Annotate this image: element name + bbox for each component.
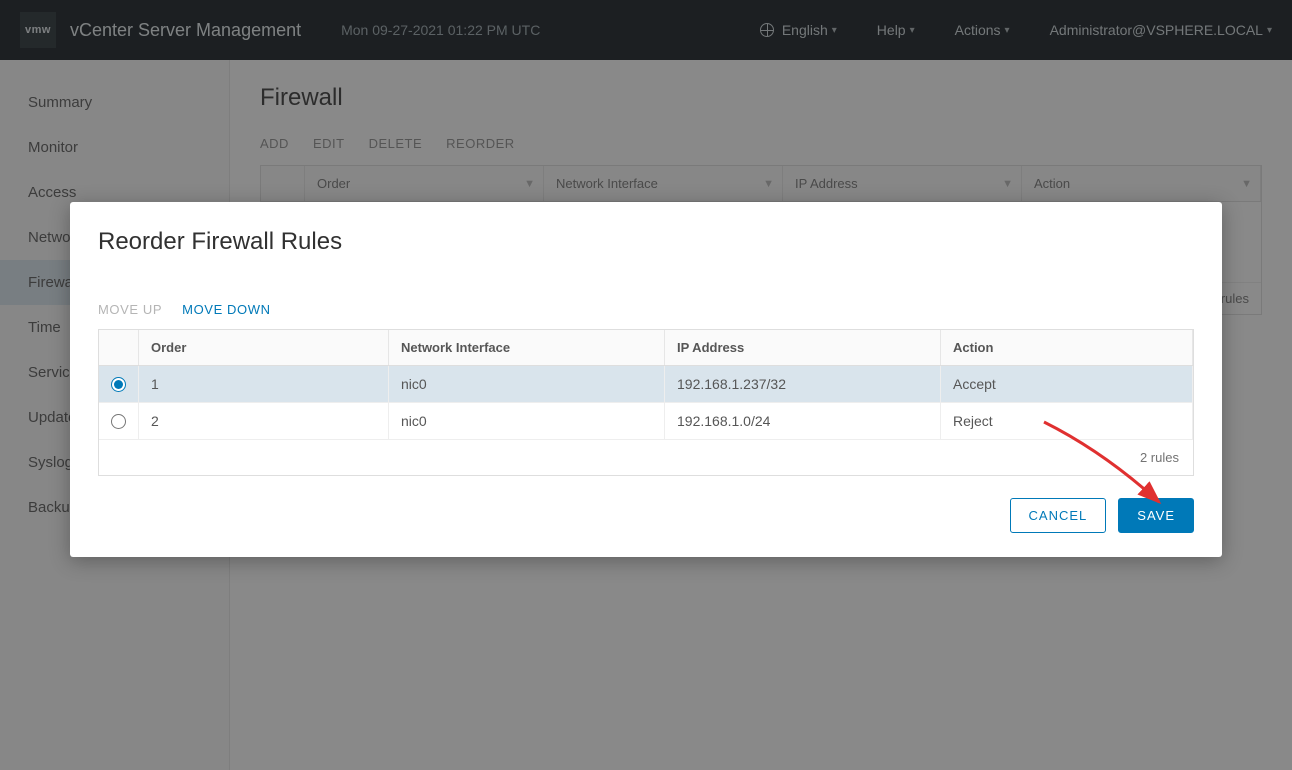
row-radio-cell xyxy=(99,366,139,402)
row-radio[interactable] xyxy=(111,377,126,392)
reorder-firewall-rules-dialog: Reorder Firewall Rules MOVE UP MOVE DOWN… xyxy=(70,202,1222,557)
modal-overlay: Reorder Firewall Rules MOVE UP MOVE DOWN… xyxy=(0,0,1292,770)
cell-nic: nic0 xyxy=(389,403,665,439)
dialog-title: Reorder Firewall Rules xyxy=(98,228,1194,256)
row-radio[interactable] xyxy=(111,414,126,429)
table-row[interactable]: 2 nic0 192.168.1.0/24 Reject xyxy=(99,403,1193,440)
reorder-toolbar: MOVE UP MOVE DOWN xyxy=(98,302,1194,317)
save-button[interactable]: SAVE xyxy=(1118,498,1194,533)
reorder-column-order: Order xyxy=(139,330,389,365)
cell-action: Reject xyxy=(941,403,1193,439)
move-up-button: MOVE UP xyxy=(98,302,162,317)
cancel-button[interactable]: CANCEL xyxy=(1010,498,1107,533)
move-down-button[interactable]: MOVE DOWN xyxy=(182,302,270,317)
reorder-column-action: Action xyxy=(941,330,1193,365)
cell-ip: 192.168.1.0/24 xyxy=(665,403,941,439)
reorder-column-nic: Network Interface xyxy=(389,330,665,365)
cell-ip: 192.168.1.237/32 xyxy=(665,366,941,402)
row-radio-cell xyxy=(99,403,139,439)
dialog-actions: CANCEL SAVE xyxy=(98,498,1194,533)
reorder-column-ip: IP Address xyxy=(665,330,941,365)
cell-order: 1 xyxy=(139,366,389,402)
cell-nic: nic0 xyxy=(389,366,665,402)
reorder-table-header: Order Network Interface IP Address Actio… xyxy=(99,330,1193,366)
cell-order: 2 xyxy=(139,403,389,439)
table-row[interactable]: 1 nic0 192.168.1.237/32 Accept xyxy=(99,366,1193,403)
radio-column-header xyxy=(99,330,139,365)
cell-action: Accept xyxy=(941,366,1193,402)
reorder-table: Order Network Interface IP Address Actio… xyxy=(98,329,1194,476)
reorder-table-footer: 2 rules xyxy=(99,440,1193,475)
